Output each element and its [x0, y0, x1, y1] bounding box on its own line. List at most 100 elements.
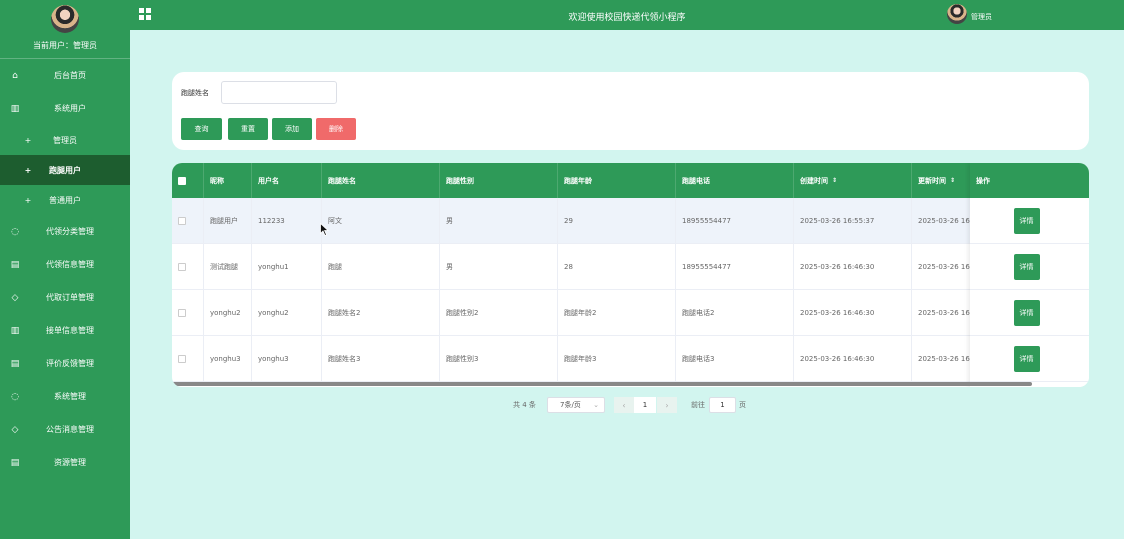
mouse-cursor-icon — [320, 223, 329, 236]
columns-icon: ▥ — [10, 103, 20, 114]
table-cell: 男 — [440, 244, 558, 290]
table-cell: 跑腿姓名2 — [322, 290, 440, 336]
table-cell: 男 — [440, 198, 558, 244]
chevron-left-icon: ‹ — [622, 400, 626, 410]
chevron-right-icon: › — [665, 400, 669, 410]
sidebar-item-label: 跑腿用户 — [49, 165, 81, 175]
table-cell: 29 — [558, 198, 676, 244]
shield-icon: ◇ — [11, 292, 19, 303]
runner-name-input[interactable] — [221, 81, 337, 104]
sort-icon[interactable]: ⇕ — [832, 177, 837, 184]
next-page-button[interactable]: › — [657, 397, 677, 413]
column-header: 操作 — [970, 163, 1089, 198]
plus-icon: + — [24, 195, 32, 205]
page-size-select[interactable]: 7条/页 ⌄ — [547, 397, 605, 413]
page-size-value: 7条/页 — [560, 401, 581, 409]
data-table: 昵称 用户名 跑腿姓名 跑腿性别 跑腿年龄 跑腿电话 创建时间 ⇕ 更新时间 ⇕ 跑… — [172, 163, 1089, 387]
row-checkbox[interactable] — [178, 309, 186, 317]
table-cell: 阿文 — [322, 198, 440, 244]
table-cell: 28 — [558, 244, 676, 290]
table-row[interactable]: 跑腿用户 112233 阿文 男 29 18955554477 2025-03-… — [172, 198, 1089, 244]
select-all-checkbox-cell[interactable] — [172, 163, 204, 198]
chat-icon: ◌ — [11, 226, 19, 237]
table-cell: 跑腿性别3 — [440, 336, 558, 382]
sort-icon[interactable]: ⇕ — [950, 177, 955, 184]
detail-button[interactable]: 详情 — [1013, 207, 1040, 234]
table-cell: 跑腿电话3 — [676, 336, 794, 382]
sidebar-item-label: 管理员 — [53, 135, 77, 145]
table-cell: 2025-03-26 16:46:30 — [794, 290, 912, 336]
avatar[interactable] — [947, 4, 967, 24]
search-panel: 跑腿姓名 查询 重置 添加 删除 — [172, 72, 1089, 150]
table-row[interactable]: yonghu2 yonghu2 跑腿姓名2 跑腿性别2 跑腿年龄2 跑腿电话2 … — [172, 290, 1089, 336]
reset-button[interactable]: 重置 — [228, 118, 268, 140]
table-cell: 跑腿年龄2 — [558, 290, 676, 336]
table-cell: 跑腿年龄3 — [558, 336, 676, 382]
sidebar-profile: 当前用户：管理员 — [0, 0, 130, 58]
table-cell: 跑腿姓名3 — [322, 336, 440, 382]
table-cell: 跑腿电话2 — [676, 290, 794, 336]
sidebar-item-resource[interactable]: ▤ 资源管理 — [0, 446, 130, 479]
table-cell: yonghu2 — [252, 290, 322, 336]
query-button[interactable]: 查询 — [181, 118, 222, 140]
column-header: 跑腿性别 — [440, 163, 558, 198]
home-icon: ⌂ — [12, 70, 18, 81]
detail-button[interactable]: 详情 — [1013, 299, 1040, 326]
row-checkbox[interactable] — [178, 355, 186, 363]
table-header: 昵称 用户名 跑腿姓名 跑腿性别 跑腿年龄 跑腿电话 创建时间 ⇕ 更新时间 ⇕ — [172, 163, 1089, 198]
delete-button[interactable]: 删除 — [316, 118, 356, 140]
table-cell: yonghu2 — [204, 290, 252, 336]
chevron-down-icon: ⌄ — [593, 401, 599, 409]
column-header: 跑腿年龄 — [558, 163, 676, 198]
table-row[interactable]: yonghu3 yonghu3 跑腿姓名3 跑腿性别3 跑腿年龄3 跑腿电话3 … — [172, 336, 1089, 382]
sidebar-item-home[interactable]: ⌂ 后台首页 — [0, 59, 130, 92]
plus-icon: + — [24, 165, 32, 175]
top-bar: 欢迎使用校园快递代领小程序 管理员 — [130, 0, 1124, 30]
detail-button[interactable]: 详情 — [1013, 253, 1040, 280]
sidebar-item-notice[interactable]: ◇ 公告消息管理 — [0, 413, 130, 446]
table-cell: 跑腿用户 — [204, 198, 252, 244]
detail-button[interactable]: 详情 — [1013, 345, 1040, 372]
table-cell: 18955554477 — [676, 198, 794, 244]
chat-icon: ◌ — [11, 391, 19, 402]
document-icon: ▤ — [10, 457, 20, 468]
shield-icon: ◇ — [11, 424, 19, 435]
sidebar-item-runner-users[interactable]: + 跑腿用户 — [0, 155, 130, 185]
row-checkbox[interactable] — [178, 217, 186, 225]
user-name[interactable]: 管理员 — [971, 12, 992, 22]
sidebar-item-accept[interactable]: ▥ 接单信息管理 — [0, 314, 130, 347]
sidebar-item-admin[interactable]: + 管理员 — [0, 125, 130, 155]
runner-name-label: 跑腿姓名 — [181, 89, 209, 97]
sidebar-item-orders[interactable]: ◇ 代取订单管理 — [0, 281, 130, 314]
add-button[interactable]: 添加 — [272, 118, 312, 140]
document-icon: ▤ — [10, 259, 20, 270]
select-all-checkbox[interactable] — [178, 176, 186, 185]
sidebar-item-system-users[interactable]: ▥ 系统用户 — [0, 92, 130, 125]
table-cell: 2025-03-26 16:55:37 — [794, 198, 912, 244]
sidebar-item-label: 普通用户 — [49, 195, 81, 205]
table-cell: yonghu3 — [204, 336, 252, 382]
table-row[interactable]: 测试跑腿 yonghu1 跑腿 男 28 18955554477 2025-03… — [172, 244, 1089, 290]
column-header: 跑腿电话 — [676, 163, 794, 198]
pagination-total: 共 4 条 — [513, 401, 536, 409]
column-header: 跑腿姓名 — [322, 163, 440, 198]
column-header-sortable[interactable]: 创建时间 ⇕ — [794, 163, 912, 198]
columns-icon: ▥ — [10, 325, 20, 336]
sidebar-item-info[interactable]: ▤ 代领信息管理 — [0, 248, 130, 281]
sidebar-item-system[interactable]: ◌ 系统管理 — [0, 380, 130, 413]
prev-page-button[interactable]: ‹ — [614, 397, 634, 413]
table-cell: 测试跑腿 — [204, 244, 252, 290]
sidebar-item-normal-users[interactable]: + 普通用户 — [0, 185, 130, 215]
table-cell: yonghu1 — [252, 244, 322, 290]
goto-page-input[interactable]: 1 — [709, 397, 736, 413]
document-icon: ▤ — [10, 358, 20, 369]
horizontal-scrollbar[interactable] — [172, 382, 1032, 386]
sidebar-item-category[interactable]: ◌ 代领分类管理 — [0, 215, 130, 248]
row-checkbox[interactable] — [178, 263, 186, 271]
column-header: 昵称 — [204, 163, 252, 198]
sidebar: 当前用户：管理员 ⌂ 后台首页 ▥ 系统用户 + 管理员 + 跑腿用户 + 普通… — [0, 0, 130, 539]
page-number-current[interactable]: 1 — [634, 397, 656, 413]
table-cell: 跑腿 — [322, 244, 440, 290]
sidebar-item-feedback[interactable]: ▤ 评价反馈管理 — [0, 347, 130, 380]
table-cell: 112233 — [252, 198, 322, 244]
